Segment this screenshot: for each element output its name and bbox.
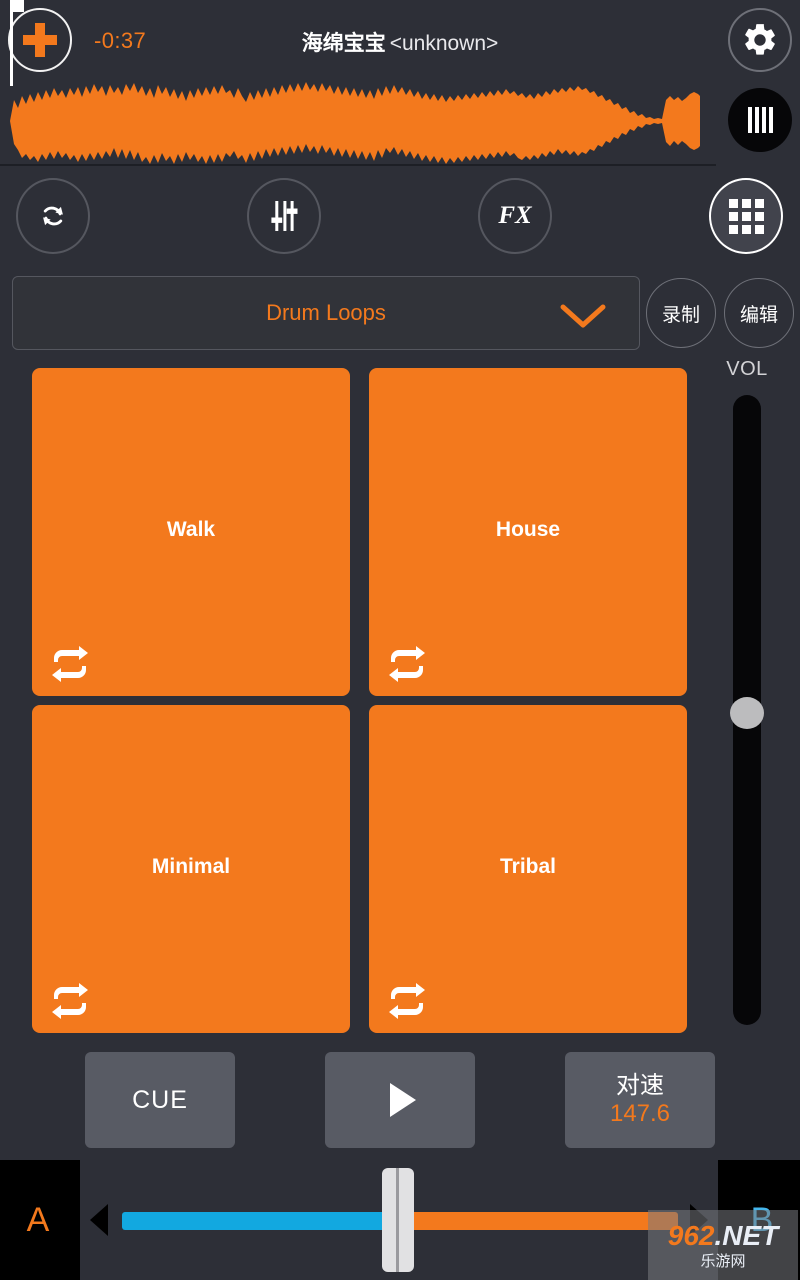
- tab-sampler[interactable]: [709, 178, 783, 254]
- loop-sync-icon: [43, 206, 63, 226]
- sync-bpm-button[interactable]: 对速 147.6: [565, 1052, 715, 1148]
- site-watermark: 962.NET 乐游网: [648, 1210, 798, 1280]
- sample-pad-label: Tribal: [499, 855, 557, 878]
- mode-toolbar: FX: [0, 172, 800, 260]
- sample-bank-selector[interactable]: Drum Loops: [12, 276, 640, 350]
- plus-icon: [23, 23, 57, 57]
- crossfader-handle[interactable]: [382, 1168, 414, 1272]
- waveform-graphic: [10, 82, 700, 164]
- dj-app-screen: -0:37 海绵宝宝 <unknown> FX Drum Loops 录制 编辑…: [0, 0, 800, 1280]
- tab-loop[interactable]: [16, 178, 90, 254]
- triangle-left-icon[interactable]: [90, 1204, 108, 1236]
- waveform-display[interactable]: [0, 78, 716, 164]
- watermark-title: 962.NET: [667, 1219, 779, 1251]
- sample-pad[interactable]: Minimal: [32, 705, 350, 1033]
- app-header: -0:37 海绵宝宝 <unknown>: [0, 0, 800, 152]
- tab-eq[interactable]: [247, 178, 321, 254]
- repeat-icon: [48, 646, 92, 682]
- waveform-playhead-flag: [13, 0, 24, 12]
- sample-pad[interactable]: House: [369, 368, 687, 696]
- crossfader-track-left: [122, 1212, 402, 1230]
- sample-pad-label: Minimal: [151, 855, 231, 878]
- sample-pad[interactable]: Walk: [32, 368, 350, 696]
- cue-button[interactable]: CUE: [85, 1052, 235, 1148]
- waveform-playhead[interactable]: [10, 0, 13, 86]
- sample-bank-label: Drum Loops: [266, 300, 386, 325]
- faders-icon: [271, 201, 298, 231]
- track-artist-text: <unknown>: [389, 32, 499, 55]
- sample-pad-label: House: [495, 518, 561, 541]
- tab-fx-label: FX: [498, 202, 532, 229]
- repeat-icon: [48, 983, 92, 1019]
- volume-label: VOL: [726, 358, 768, 380]
- bpm-value: 147.6: [609, 1100, 671, 1127]
- sample-pad-label: Walk: [166, 518, 216, 541]
- transport-controls: CUE 对速 147.6: [0, 1052, 800, 1148]
- volume-slider-thumb[interactable]: [730, 697, 764, 729]
- play-icon: [390, 1083, 416, 1117]
- watermark-subtitle: 乐游网: [700, 1252, 746, 1270]
- record-button[interactable]: 录制: [646, 278, 716, 348]
- crossfader-track-right: [398, 1212, 678, 1230]
- sample-pad[interactable]: Tribal: [369, 705, 687, 1033]
- grid-pads-icon: [728, 198, 764, 234]
- mixer-toggle-button[interactable]: [728, 88, 792, 152]
- gear-icon: [745, 24, 775, 55]
- repeat-icon: [385, 983, 429, 1019]
- edit-button[interactable]: 编辑: [724, 278, 794, 348]
- settings-button[interactable]: [728, 8, 792, 72]
- add-track-button[interactable]: [8, 8, 72, 72]
- equalizer-icon: [747, 107, 773, 133]
- play-button[interactable]: [325, 1052, 475, 1148]
- track-title-text: 海绵宝宝: [301, 32, 386, 55]
- sync-label: 对速: [616, 1071, 664, 1099]
- deck-a-label[interactable]: A: [0, 1160, 76, 1280]
- watermark-number: 962: [667, 1219, 715, 1251]
- crossfader-panel[interactable]: [78, 1160, 720, 1280]
- watermark-suffix: .NET: [714, 1219, 779, 1251]
- chevron-down-icon: [555, 299, 611, 336]
- repeat-icon: [385, 646, 429, 682]
- waveform-baseline: [0, 164, 716, 166]
- time-remaining-label: -0:37: [94, 28, 147, 53]
- tab-fx[interactable]: FX: [478, 178, 552, 254]
